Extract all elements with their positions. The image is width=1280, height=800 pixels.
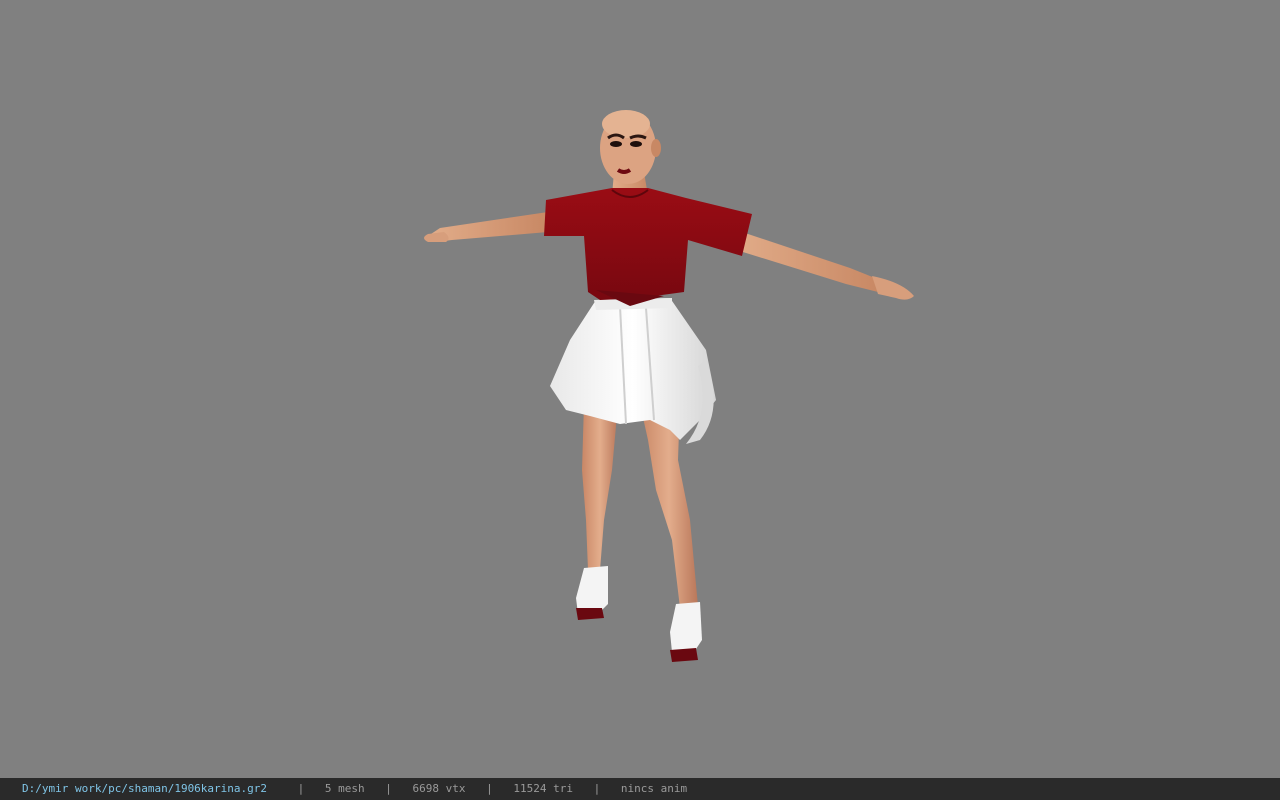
separator: | bbox=[593, 782, 601, 795]
right-arm bbox=[730, 230, 914, 300]
file-path: D:/ymir work/pc/shaman/1906karina.gr2 bbox=[22, 782, 268, 795]
shirt bbox=[544, 188, 752, 306]
mesh-count: 5 mesh bbox=[324, 782, 365, 795]
separator: | bbox=[297, 782, 305, 795]
left-arm bbox=[424, 212, 548, 242]
left-shoe bbox=[576, 566, 608, 620]
status-bar: D:/ymir work/pc/shaman/1906karina.gr2 | … bbox=[0, 778, 1280, 800]
triangle-count: 11524 tri bbox=[513, 782, 574, 795]
head bbox=[600, 110, 661, 184]
vertex-count: 6698 vtx bbox=[412, 782, 466, 795]
right-shoe bbox=[670, 602, 702, 662]
separator: | bbox=[385, 782, 392, 795]
skirt bbox=[550, 298, 716, 444]
3d-viewport[interactable] bbox=[0, 0, 1280, 778]
separator: | bbox=[486, 782, 493, 795]
animation-status: nincs anim bbox=[620, 782, 688, 795]
character-model[interactable] bbox=[0, 0, 1280, 778]
